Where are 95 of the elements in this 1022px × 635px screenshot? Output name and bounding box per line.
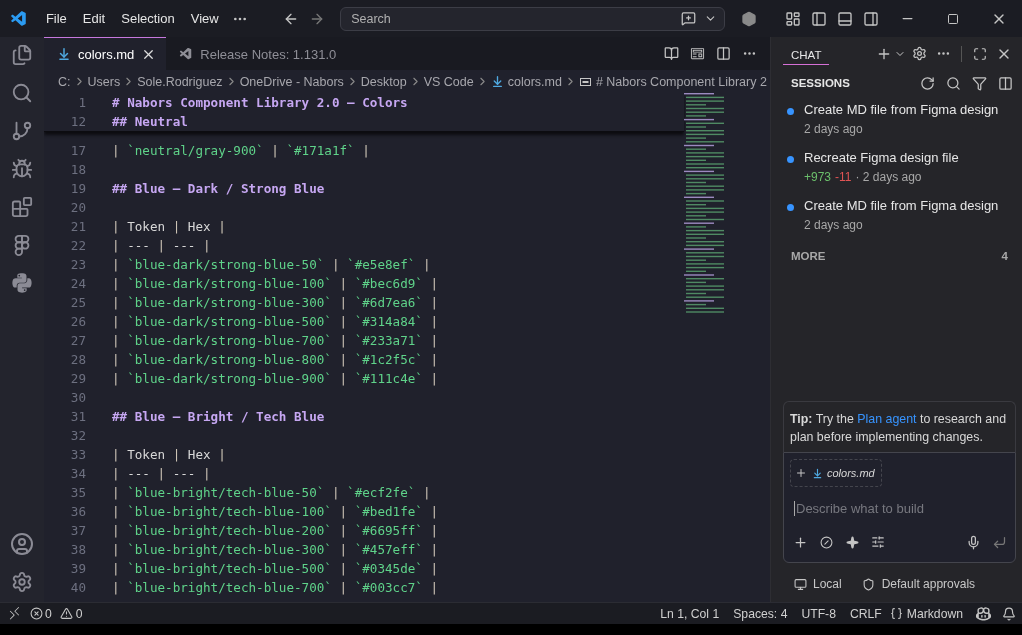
line-number: 17 bbox=[69, 143, 86, 158]
context-file-chip[interactable]: colors.md bbox=[790, 459, 882, 487]
line-number: 35 bbox=[69, 485, 86, 500]
tip-text: Tip: Try the Plan agent to research and plan before implementing changes. bbox=[790, 411, 1008, 446]
menu-item[interactable]: Edit bbox=[74, 11, 114, 26]
search-field[interactable]: Search bbox=[340, 6, 725, 31]
line-number: 39 bbox=[69, 561, 86, 576]
code-line: ## Blue — Dark / Strong Blue bbox=[112, 181, 325, 196]
line-number: 25 bbox=[69, 295, 86, 310]
status-dot bbox=[787, 108, 794, 115]
code-line: | `blue-bright/tech-blue-300` | `#457eff` | bbox=[112, 542, 439, 557]
line-number: 38 bbox=[69, 542, 86, 557]
warnings-status[interactable]: 0 bbox=[74, 606, 90, 621]
account-icon[interactable] bbox=[9, 532, 35, 556]
footer-option[interactable]: Default approvals bbox=[861, 572, 976, 596]
breadcrumb[interactable]: Users bbox=[87, 74, 121, 89]
editor-tab[interactable]: colors.md bbox=[44, 37, 167, 70]
line-number: 24 bbox=[69, 276, 86, 291]
breadcrumb[interactable]: C: bbox=[58, 74, 71, 89]
status-dot bbox=[787, 156, 794, 163]
line-number: 33 bbox=[69, 447, 86, 462]
line-number: 1 bbox=[77, 95, 86, 110]
code-line: ## Neutral bbox=[112, 114, 188, 129]
session-title[interactable]: Create MD file from Figma design bbox=[804, 198, 999, 213]
plan-agent-link[interactable]: Plan agent bbox=[857, 412, 917, 426]
code-line: | Token | Hex | bbox=[112, 447, 226, 462]
code-line: | `blue-bright/tech-blue-200` | `#6695ff` | bbox=[112, 523, 439, 538]
extensions-icon[interactable] bbox=[9, 195, 35, 219]
code-line: | `blue-bright/tech-blue-500` | `#0345de` | bbox=[112, 561, 439, 576]
session-time: 2 days ago bbox=[804, 122, 863, 136]
session-time: · 2 days ago bbox=[855, 170, 922, 184]
line-number: 27 bbox=[69, 333, 86, 348]
line-number: 29 bbox=[69, 371, 86, 386]
line-number: 28 bbox=[69, 352, 86, 367]
chat-input-field[interactable]: Describe what to build bbox=[794, 501, 1009, 516]
added-count: +973 bbox=[804, 170, 832, 184]
line-number: 31 bbox=[69, 409, 86, 424]
session-title[interactable]: Recreate Figma design file bbox=[804, 150, 959, 165]
removed-count: -11 bbox=[835, 170, 852, 184]
code-line: ## Blue — Bright / Tech Blue bbox=[112, 409, 325, 424]
line-number: 18 bbox=[69, 162, 86, 177]
more-label[interactable]: MORE bbox=[791, 250, 826, 262]
code-line: | `blue-bright/tech-blue-50` | `#ecf2fe` | bbox=[112, 485, 431, 500]
code-line: | `blue-dark/strong-blue-800` | `#1c2f5c` | bbox=[112, 352, 439, 367]
code-line: | `blue-bright/tech-blue-100` | `#bed1fe` | bbox=[112, 504, 439, 519]
code-line: | `neutral/gray-900` | `#171a1f` | bbox=[112, 143, 370, 158]
status-item[interactable]: CRLF bbox=[842, 606, 889, 621]
status-item[interactable]: UTF-8 bbox=[794, 606, 843, 621]
code-line: | `blue-dark/strong-blue-500` | `#314a84` | bbox=[112, 314, 439, 329]
editor-tab[interactable]: Release Notes: 1.131.0 bbox=[166, 37, 347, 70]
code-line: | `blue-dark/strong-blue-900` | `#111c4e` | bbox=[112, 371, 439, 386]
errors-status[interactable]: 0 bbox=[44, 606, 59, 621]
line-number: 26 bbox=[69, 314, 86, 329]
line-number: 21 bbox=[69, 219, 86, 234]
code-line: | `blue-dark/strong-blue-700` | `#233a71` | bbox=[112, 333, 439, 348]
line-number: 40 bbox=[69, 580, 86, 595]
line-number: 20 bbox=[69, 200, 86, 215]
menu-item[interactable]: File bbox=[37, 11, 75, 26]
status-item[interactable]: Spaces: 4 bbox=[726, 606, 795, 621]
code-line: | `blue-dark/strong-blue-300` | `#6d7ea6` | bbox=[112, 295, 439, 310]
menu-item[interactable]: View bbox=[182, 11, 227, 26]
breadcrumb[interactable]: Sole.Rodriguez bbox=[137, 74, 223, 89]
breadcrumb[interactable]: OneDrive - Nabors bbox=[239, 74, 344, 89]
python-icon[interactable] bbox=[9, 271, 35, 295]
section-title: SESSIONS bbox=[791, 77, 851, 89]
breadcrumb[interactable]: # Nabors Component Library 2 bbox=[578, 70, 767, 93]
line-number: 12 bbox=[69, 114, 86, 129]
run-debug-icon[interactable] bbox=[9, 157, 35, 181]
breadcrumb[interactable]: Desktop bbox=[360, 74, 407, 89]
line-number: 36 bbox=[69, 504, 86, 519]
code-line: | `blue-dark/strong-blue-50` | `#e5e8ef` | bbox=[112, 257, 431, 272]
breadcrumb[interactable]: colors.md bbox=[490, 70, 562, 93]
line-number: 22 bbox=[69, 238, 86, 253]
code-line: | Token | Hex | bbox=[112, 219, 226, 234]
line-number: 34 bbox=[69, 466, 86, 481]
session-title[interactable]: Create MD file from Figma design bbox=[804, 102, 999, 117]
line-number: 37 bbox=[69, 523, 86, 538]
status-dot bbox=[787, 204, 794, 211]
more-count: 4 bbox=[1001, 250, 1008, 262]
language-status[interactable]: Markdown bbox=[904, 606, 970, 621]
code-line: # Nabors Component Library 2.0 — Colors bbox=[112, 95, 408, 110]
line-number: 23 bbox=[69, 257, 86, 272]
menu-item[interactable]: Selection bbox=[113, 11, 183, 26]
line-number: 30 bbox=[69, 390, 86, 405]
status-item[interactable]: Ln 1, Col 1 bbox=[653, 606, 727, 621]
code-line: | --- | --- | bbox=[112, 466, 211, 481]
chat-tab[interactable]: CHAT bbox=[783, 42, 830, 65]
line-number: 19 bbox=[69, 181, 86, 196]
code-line: | --- | --- | bbox=[112, 238, 211, 253]
code-line: | `blue-bright/tech-blue-700` | `#003cc7` | bbox=[112, 580, 439, 595]
line-number: 32 bbox=[69, 428, 86, 443]
session-time: 2 days ago bbox=[804, 218, 863, 232]
breadcrumb[interactable]: VS Code bbox=[423, 74, 474, 89]
code-line: | `blue-dark/strong-blue-100` | `#bec6d9` | bbox=[112, 276, 439, 291]
footer-option[interactable]: Local bbox=[793, 572, 842, 596]
